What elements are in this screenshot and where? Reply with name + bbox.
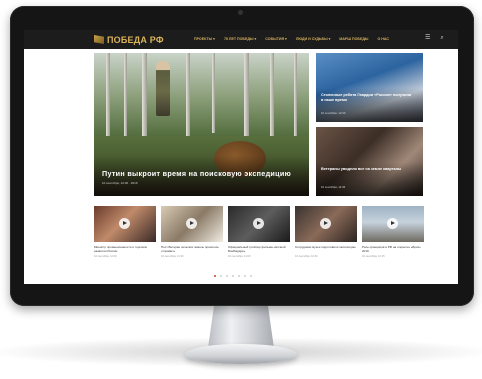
flag-icon [94, 35, 104, 44]
slider-pagination [214, 275, 252, 277]
side-article-title[interactable]: Ветераны увидели все на земле кварталы [321, 167, 413, 172]
card-title[interactable]: Министр промышленности и торговли развит… [94, 245, 156, 253]
play-icon[interactable] [119, 218, 130, 229]
slider-dot[interactable] [244, 275, 246, 277]
video-card[interactable]: Министр промышленности и торговли развит… [94, 206, 156, 262]
video-card[interactable]: Роль принципов в РФ на открытие «Бриз» 2… [362, 206, 424, 262]
card-title[interactable]: Пост Ветеран сельских земель пришлось от… [161, 245, 223, 253]
video-thumbnail [161, 206, 223, 242]
card-meta: 10 сентября, 11:30 [161, 255, 184, 258]
slider-dot[interactable] [232, 275, 234, 277]
tree-trunk [212, 53, 215, 133]
top-navbar: ПОБЕДА РФ ПРОЕКТЫ ▾ 75 ЛЕТ ПОБЕДЫ ▾ СОБЫ… [24, 30, 458, 49]
side-article-meta: 10 сентября, 12:00 [321, 111, 346, 115]
video-card[interactable]: Сотрудники музея подготовили экспозицию … [295, 206, 357, 262]
card-meta: 10 сентября, 12:00 [94, 255, 117, 258]
site-logo[interactable]: ПОБЕДА РФ [94, 32, 164, 47]
tree-trunk [244, 53, 249, 145]
nav-icons: ☰ ⌕ [425, 34, 444, 43]
card-meta: 10 сентября, 10:40 [295, 255, 318, 258]
slider-dot[interactable] [226, 275, 228, 277]
main-menu: ПРОЕКТЫ ▾ 75 ЛЕТ ПОБЕДЫ ▾ СОБЫТИЯ ▾ ЛЮДИ… [194, 35, 389, 43]
person-figure [156, 61, 170, 116]
nav-item-march[interactable]: МАРШ ПОБЕДЫ [339, 35, 368, 43]
tree-trunk [270, 53, 274, 141]
nav-item-projects[interactable]: ПРОЕКТЫ ▾ [194, 35, 215, 43]
video-thumbnail [228, 206, 290, 242]
video-thumbnail [94, 206, 156, 242]
card-title[interactable]: Сотрудники музея подготовили экспозицию [295, 245, 357, 249]
card-title[interactable]: Официальный трейлер фильма «Ночной Бомба… [228, 245, 290, 253]
tree-trunk [186, 53, 190, 148]
tree-trunk [294, 53, 297, 149]
monitor-screen: ПОБЕДА РФ ПРОЕКТЫ ▾ 75 ЛЕТ ПОБЕДЫ ▾ СОБЫ… [24, 30, 458, 284]
hero-title[interactable]: Путин выкроит время на поисковую экспеди… [102, 169, 291, 178]
search-icon[interactable]: ⌕ [440, 34, 443, 43]
play-icon[interactable] [387, 218, 398, 229]
hero-article[interactable]: Путин выкроит время на поисковую экспеди… [94, 53, 309, 196]
card-title[interactable]: Роль принципов в РФ на открытие «Бриз» 2… [362, 245, 424, 253]
video-cards-row: Министр промышленности и торговли развит… [94, 206, 424, 262]
side-article-title[interactable]: Столичные ребята Гвардии «Россия» получи… [321, 93, 413, 103]
side-article-meta: 10 сентября, 11:45 [321, 185, 346, 189]
play-icon[interactable] [253, 218, 264, 229]
play-icon[interactable] [186, 218, 197, 229]
nav-item-75-years[interactable]: 75 ЛЕТ ПОБЕДЫ ▾ [224, 35, 256, 43]
play-icon[interactable] [320, 218, 331, 229]
slider-dot[interactable] [238, 275, 240, 277]
card-meta: 10 сентября, 11:00 [228, 255, 251, 258]
side-article-1[interactable]: Столичные ребята Гвардии «Россия» получи… [316, 53, 423, 122]
hero-meta: 10 сентября, 12:00 · 2019 [102, 181, 138, 185]
slider-dot[interactable] [214, 275, 216, 277]
card-meta: 10 сентября, 10:15 [362, 255, 385, 258]
video-thumbnail [362, 206, 424, 242]
video-thumbnail [295, 206, 357, 242]
monitor-stand-neck [208, 302, 274, 348]
nav-item-events[interactable]: СОБЫТИЯ ▾ [265, 35, 287, 43]
nav-item-people[interactable]: ЛЮДИ И СУДЬБЫ ▾ [296, 35, 331, 43]
tree-trunk [142, 53, 147, 138]
tree-trunk [106, 53, 110, 143]
logo-text: ПОБЕДА РФ [107, 34, 164, 45]
video-card[interactable]: Официальный трейлер фильма «Ночной Бомба… [228, 206, 290, 262]
slider-dot[interactable] [250, 275, 252, 277]
slider-dot[interactable] [220, 275, 222, 277]
video-card[interactable]: Пост Ветеран сельских земель пришлось от… [161, 206, 223, 262]
nav-item-about[interactable]: О НАС [377, 35, 389, 43]
monitor-stand-base [185, 344, 297, 364]
menu-icon[interactable]: ☰ [425, 34, 430, 43]
camera-icon [238, 10, 243, 15]
side-article-2[interactable]: Ветераны увидели все на земле кварталы 1… [316, 127, 423, 196]
